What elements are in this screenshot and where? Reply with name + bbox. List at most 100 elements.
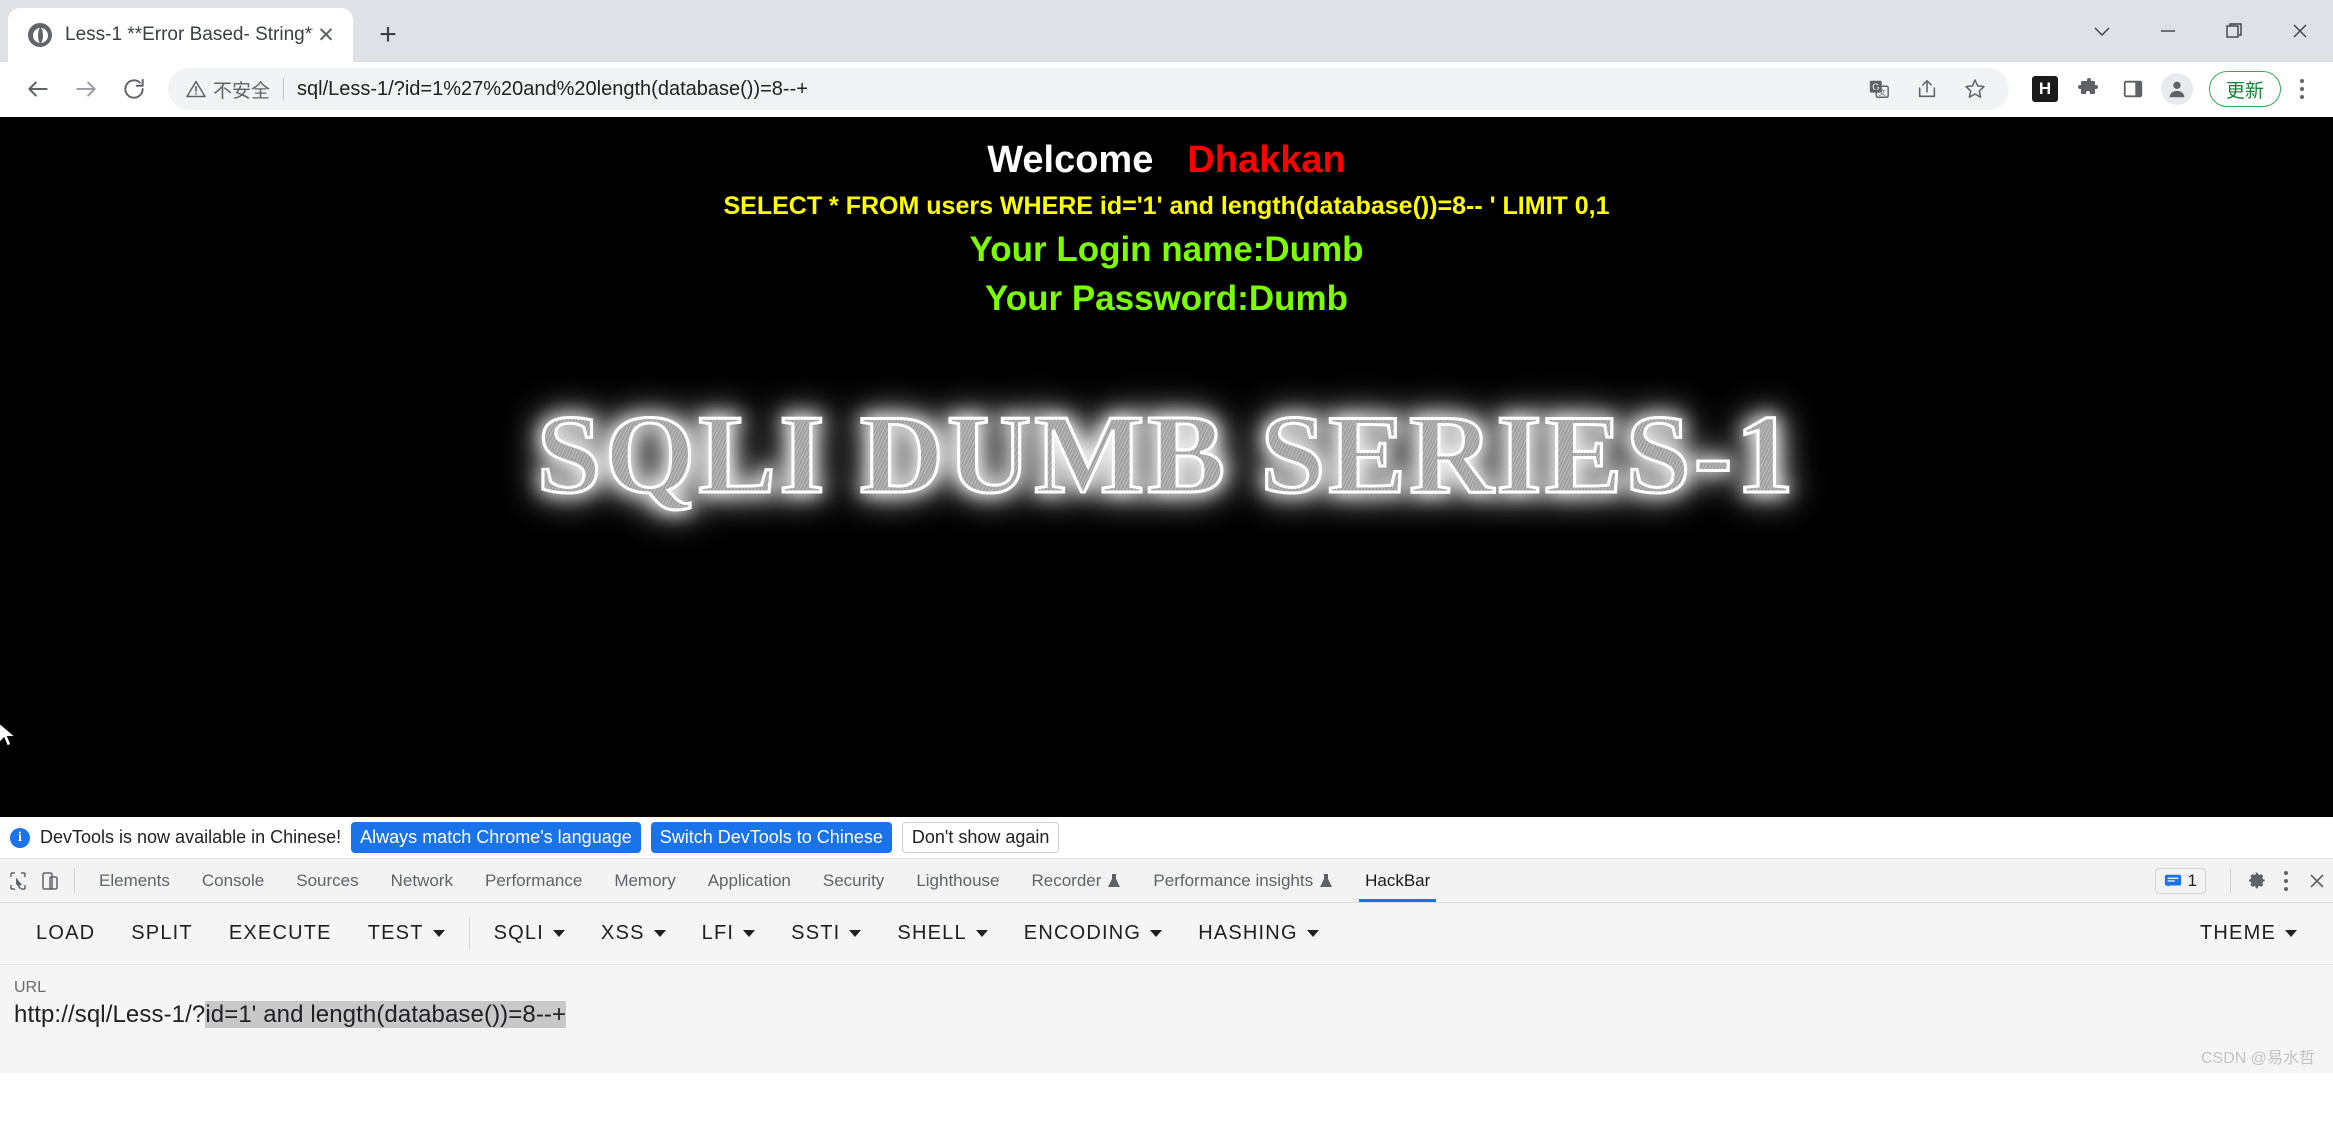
tab-label: Network (390, 870, 453, 890)
devtools-tabs-spacer (1446, 859, 2138, 902)
tab-title: Less-1 **Error Based- String** (65, 24, 313, 45)
tab-label: Console (201, 870, 265, 890)
browser-toolbar: 不安全 sql/Less-1/?id=1%27%20and%20length(d… (0, 62, 2333, 117)
watermark: CSDN @易水哲 (2200, 1050, 2315, 1067)
tab-console[interactable]: Console (186, 859, 280, 902)
security-label: 不安全 (213, 80, 271, 102)
tab-network[interactable]: Network (375, 859, 469, 902)
maximize-icon[interactable] (2201, 8, 2267, 54)
tab-memory[interactable]: Memory (598, 859, 691, 902)
devtools-more-menu-icon[interactable] (2271, 859, 2301, 902)
tab-label: Recorder (1031, 870, 1102, 890)
switch-devtools-language-button[interactable]: Switch DevTools to Chinese (650, 822, 892, 853)
page-content: Welcome Dhakkan SELECT * FROM users WHERE… (0, 117, 2333, 520)
window-controls (2069, 8, 2333, 54)
sqli-logo: SQLI DUMB SERIES-1 (0, 391, 2333, 520)
password-text: Your Password:Dumb (984, 279, 1348, 318)
omnibox-actions: G文 (1859, 69, 1995, 109)
chevron-down-icon (743, 930, 756, 937)
tab-label: Security (822, 870, 885, 890)
page-viewport: Welcome Dhakkan SELECT * FROM users WHERE… (0, 117, 2333, 817)
tab-elements[interactable]: Elements (83, 859, 186, 902)
chevron-down-icon (432, 930, 445, 937)
hackbar-hashing-menu[interactable]: HASHING (1180, 922, 1337, 945)
hackbar-test-menu[interactable]: TEST (350, 922, 463, 945)
experiment-flask-icon (1320, 873, 1333, 887)
forward-button[interactable] (62, 65, 110, 113)
extensions-puzzle-icon[interactable] (2069, 69, 2109, 109)
tab-security[interactable]: Security (807, 859, 900, 902)
share-icon[interactable] (1907, 69, 1947, 109)
hackbar-divider (468, 916, 470, 951)
star-icon[interactable] (1955, 69, 1995, 109)
device-toolbar-icon[interactable] (34, 859, 66, 902)
address-bar[interactable]: 不安全 sql/Less-1/?id=1%27%20and%20length(d… (168, 68, 2009, 110)
hackbar-url-input[interactable]: http://sql/Less-1/?id=1' and length(data… (14, 1001, 2319, 1029)
username-text: Dhakkan (1187, 139, 1346, 181)
tab-lighthouse[interactable]: Lighthouse (900, 859, 1015, 902)
hackbar-lfi-menu[interactable]: LFI (684, 922, 774, 945)
browser-tab[interactable]: Less-1 **Error Based- String** ✕ (8, 8, 353, 62)
always-match-language-button[interactable]: Always match Chrome's language (351, 822, 641, 853)
chevron-down-icon (553, 930, 566, 937)
minimize-icon[interactable] (2135, 8, 2201, 54)
tab-label: Elements (99, 870, 170, 890)
tab-sources[interactable]: Sources (280, 859, 374, 902)
reload-button[interactable] (110, 65, 158, 113)
tab-strip: Less-1 **Error Based- String** ✕ + (0, 0, 2333, 62)
tab-label: Performance (484, 870, 583, 890)
tab-label: Memory (614, 870, 676, 890)
hackbar-split-button[interactable]: SPLIT (113, 922, 211, 945)
hackbar-xss-menu[interactable]: XSS (583, 922, 684, 945)
tab-recorder[interactable]: Recorder (1016, 859, 1138, 902)
new-tab-button[interactable]: + (365, 12, 411, 58)
console-message-badge[interactable]: 1 (2139, 859, 2222, 902)
chevron-down-icon (1306, 930, 1319, 937)
hackbar-toolbar: LOAD SPLIT EXECUTE TEST SQLI XSS LFI SST… (0, 903, 2333, 965)
omnibox-divider (283, 78, 285, 100)
url-selected-text: id=1' and length(database())=8--+ (205, 1001, 567, 1028)
back-button[interactable] (14, 65, 62, 113)
tab-performance[interactable]: Performance (469, 859, 598, 902)
sqli-logo-text: SQLI DUMB SERIES-1 (535, 391, 1796, 520)
message-count: 1 (2187, 870, 2197, 890)
tab-label: Lighthouse (916, 870, 1000, 890)
experiment-flask-icon (1108, 873, 1121, 887)
hackbar-shell-menu[interactable]: SHELL (879, 922, 1005, 945)
toolbar-right-actions: H 更新 (2025, 69, 2319, 109)
tab-search-icon[interactable] (2069, 8, 2135, 54)
hackbar-execute-button[interactable]: EXECUTE (211, 922, 350, 945)
mouse-cursor (0, 722, 20, 757)
devtools-right-divider (2230, 868, 2231, 893)
hackbar-load-button[interactable]: LOAD (18, 922, 113, 945)
hackbar-ssti-menu[interactable]: SSTI (773, 922, 879, 945)
hackbar-theme-menu[interactable]: THEME (2182, 922, 2315, 945)
tab-application[interactable]: Application (692, 859, 807, 902)
tab-label: Sources (296, 870, 359, 890)
side-panel-icon[interactable] (2113, 69, 2153, 109)
devtools-language-notice: i DevTools is now available in Chinese! … (0, 817, 2333, 859)
tab-label: Application (707, 870, 791, 890)
gear-icon[interactable] (2239, 859, 2271, 902)
hackbar-extension-icon[interactable]: H (2025, 69, 2065, 109)
dont-show-again-button[interactable]: Don't show again (901, 822, 1060, 853)
devtools-close-icon[interactable] (2301, 859, 2333, 902)
tab-label: HackBar (1365, 870, 1431, 890)
site-security-indicator[interactable]: 不安全 (186, 76, 270, 103)
hackbar-encoding-menu[interactable]: ENCODING (1006, 922, 1180, 945)
hackbar-sqli-menu[interactable]: SQLI (476, 922, 583, 945)
tab-hackbar[interactable]: HackBar (1349, 859, 1446, 902)
welcome-text: Welcome (987, 139, 1154, 181)
avatar[interactable] (2157, 69, 2197, 109)
three-dot-menu-icon[interactable] (2285, 69, 2319, 109)
close-window-icon[interactable] (2267, 8, 2333, 54)
tab-performance-insights[interactable]: Performance insights (1137, 859, 1349, 902)
update-button[interactable]: 更新 (2208, 71, 2281, 107)
tab-close-icon[interactable]: ✕ (313, 22, 339, 48)
devtools-panel: i DevTools is now available in Chinese! … (0, 817, 2333, 1073)
tab-label: Performance insights (1153, 870, 1314, 890)
chevron-down-icon (653, 930, 666, 937)
inspect-element-icon[interactable] (2, 859, 34, 902)
globe-icon (28, 23, 52, 47)
translate-icon[interactable]: G文 (1859, 69, 1899, 109)
